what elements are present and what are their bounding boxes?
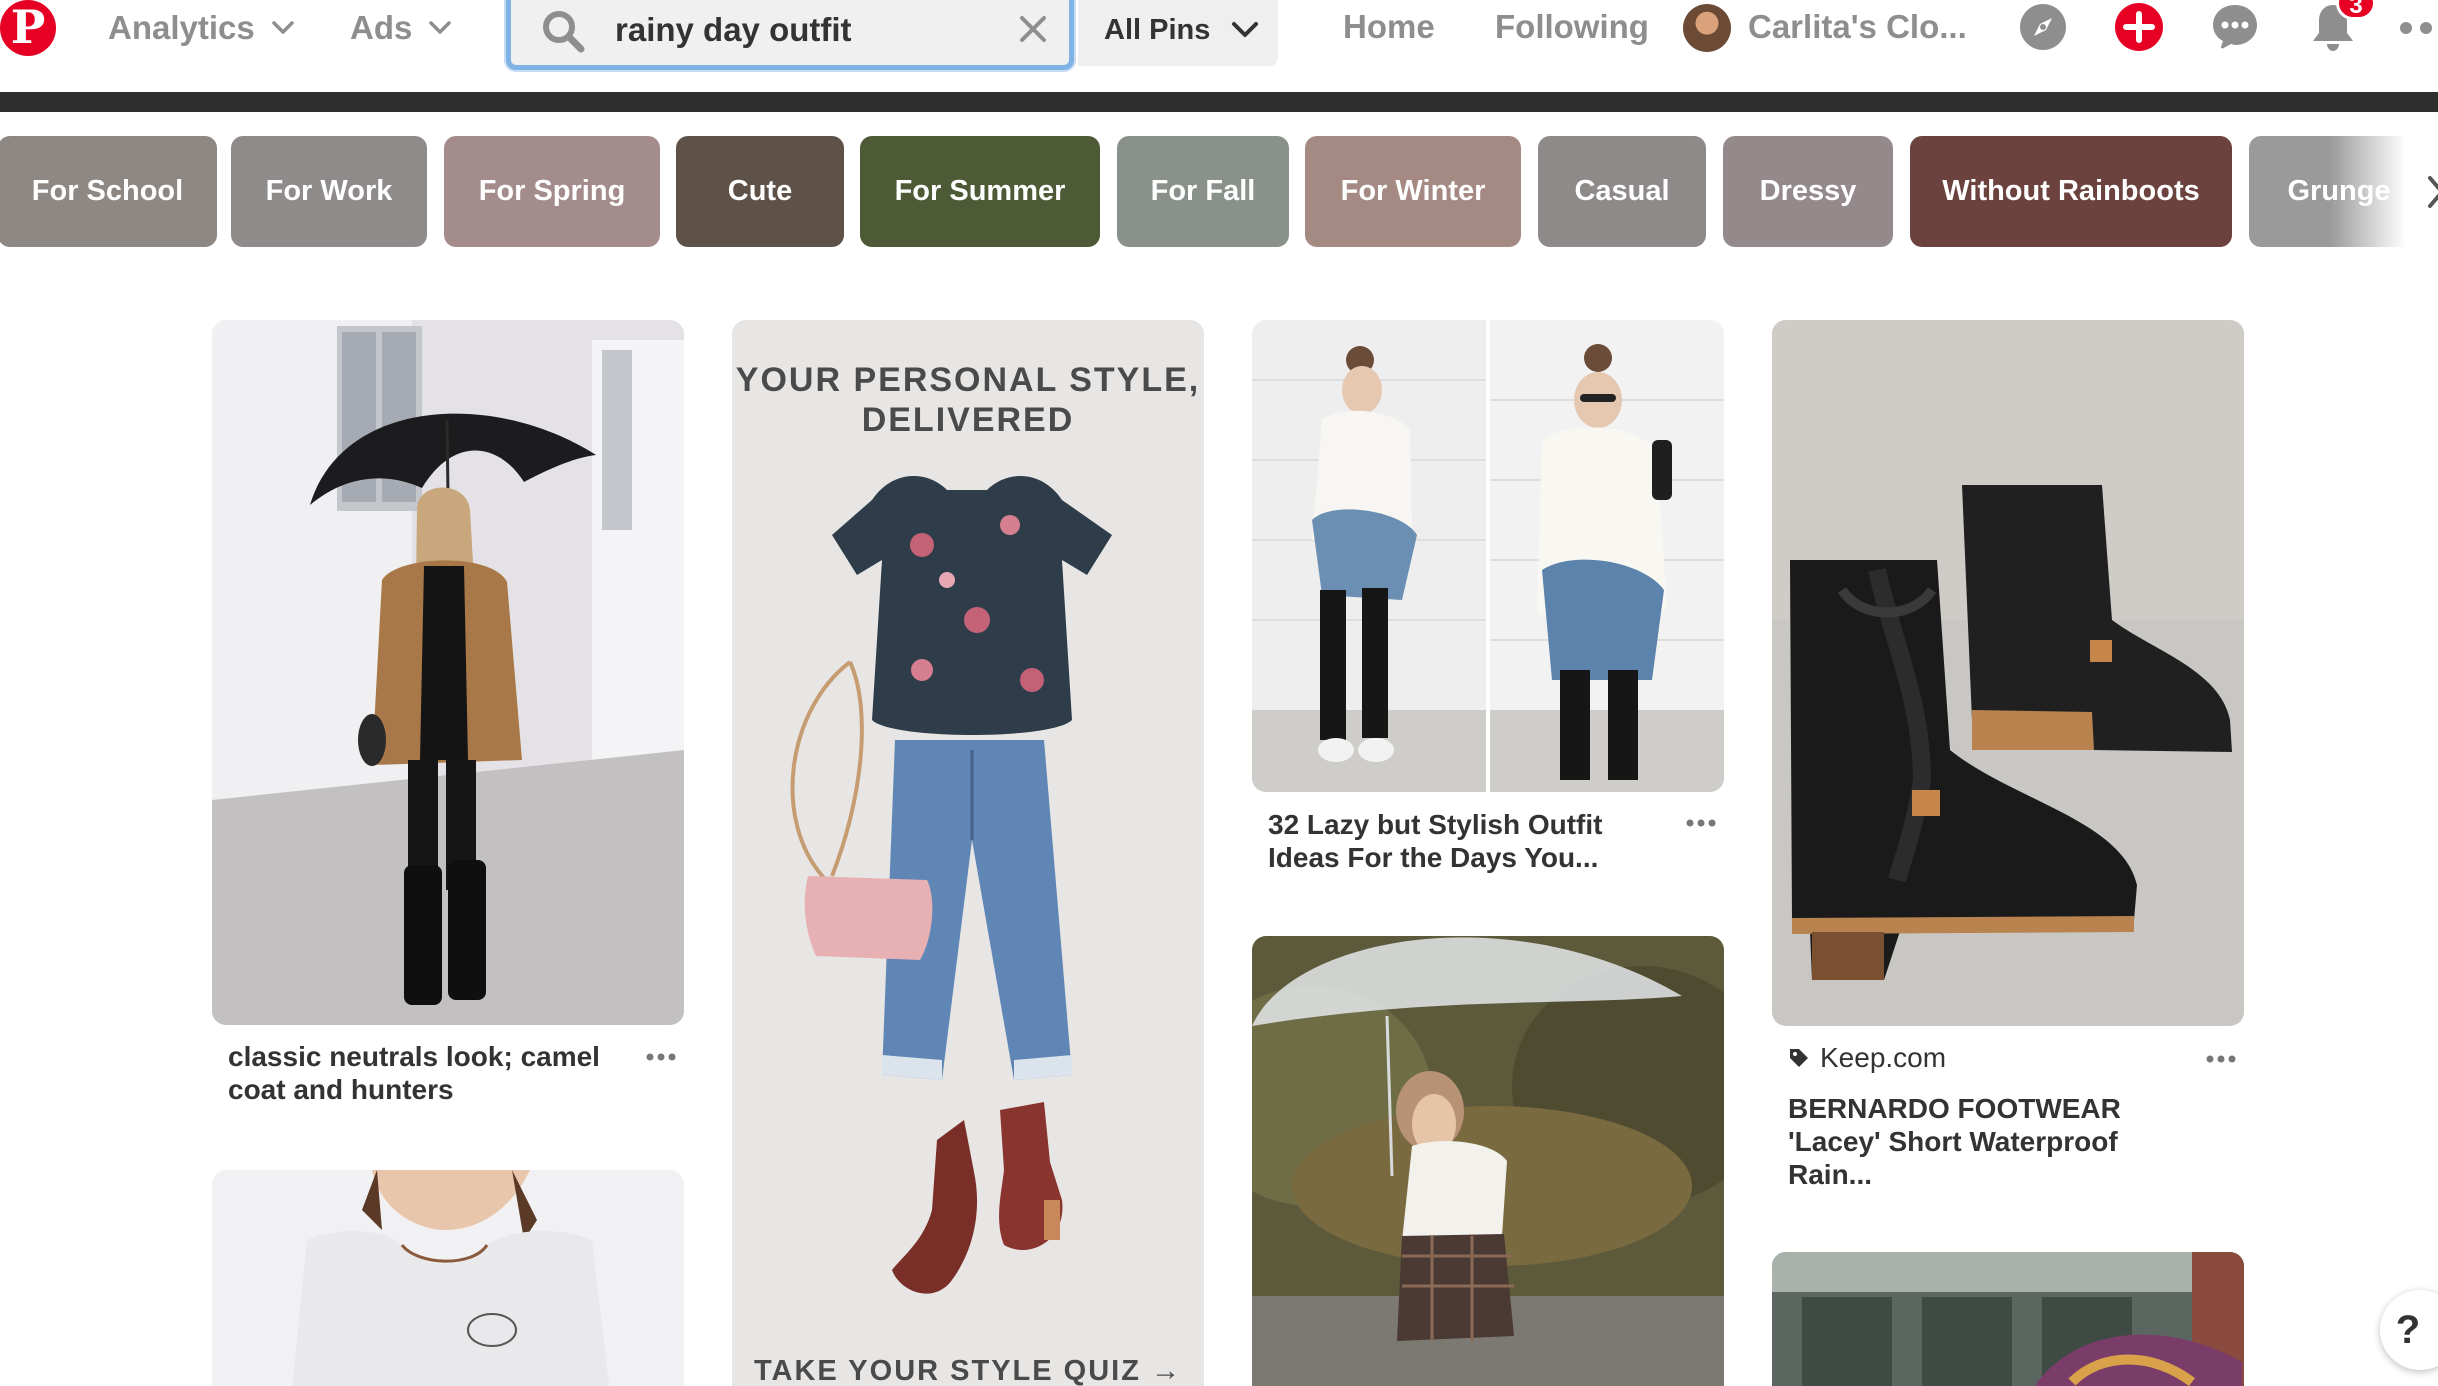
analytics-label: Analytics (108, 9, 255, 46)
pin-image-rain-boots[interactable] (1772, 320, 2244, 1026)
chip-cute[interactable]: Cute (676, 136, 844, 247)
chip-for-school[interactable]: For School (0, 136, 217, 247)
pin-title-line: 'Lacey' Short Waterproof (1788, 1126, 2118, 1157)
chip-without-rainboots[interactable]: Without Rainboots (1910, 136, 2232, 247)
house-umbrella-photo (1772, 1252, 2244, 1386)
chip-for-summer[interactable]: For Summer (860, 136, 1100, 247)
ads-dropdown[interactable]: Ads (350, 0, 452, 56)
nav-home-link[interactable]: Home (1343, 0, 1435, 54)
chevron-down-icon (271, 21, 294, 34)
ad-outfit-illustration (732, 320, 1204, 1386)
pin-source-row[interactable]: Keep.com (1788, 1042, 1946, 1074)
add-pin-icon[interactable] (2114, 2, 2164, 52)
more-options-icon[interactable] (2400, 20, 2438, 36)
search-icon (543, 11, 585, 53)
chevron-down-icon (1232, 22, 1259, 37)
ad-headline: YOUR PERSONAL STYLE, DELIVERED (732, 360, 1204, 440)
chevron-right-icon[interactable] (2426, 172, 2438, 212)
search-input[interactable] (615, 3, 995, 57)
help-button[interactable]: ? (2380, 1290, 2438, 1370)
more-options-icon[interactable] (646, 1052, 676, 1062)
more-options-icon[interactable] (1686, 818, 1716, 828)
pin-title-lazy-outfit[interactable]: 32 Lazy but Stylish Outfit Ideas For the… (1268, 808, 1668, 874)
pin-title-line: 32 Lazy but Stylish Outfit (1268, 809, 1603, 840)
analytics-dropdown[interactable]: Analytics (108, 0, 295, 56)
messages-icon[interactable] (2210, 2, 2260, 52)
nav-following-link[interactable]: Following (1495, 0, 1649, 54)
white-tee-photo (212, 1170, 684, 1386)
avatar[interactable] (1683, 4, 1731, 52)
camel-coat-photo (212, 320, 684, 1025)
top-navigation-bar: P Analytics Ads All Pins Home Following … (0, 0, 2438, 92)
compass-icon[interactable] (2018, 2, 2068, 52)
pin-image-camel-coat[interactable] (212, 320, 684, 1025)
search-scope-label: All Pins (1104, 13, 1211, 46)
chip-casual[interactable]: Casual (1538, 136, 1706, 247)
search-box (506, 0, 1074, 70)
rain-boots-photo (1772, 320, 2244, 1026)
ad-cta-text[interactable]: TAKE YOUR STYLE QUIZ → (732, 1355, 1204, 1386)
chip-for-spring[interactable]: For Spring (444, 136, 660, 247)
pin-title-line: BERNARDO FOOTWEAR (1788, 1093, 2121, 1124)
profile-name-link[interactable]: Carlita's Clo... (1748, 0, 1967, 54)
pin-title-camel-coat[interactable]: classic neutrals look; camel coat and hu… (228, 1040, 628, 1106)
pinterest-logo-icon[interactable]: P (0, 0, 56, 56)
pin-title-line: classic neutrals look; camel (228, 1041, 600, 1072)
pin-title-line: coat and hunters (228, 1074, 454, 1105)
chip-for-work[interactable]: For Work (231, 136, 427, 247)
pin-image-clear-umbrella[interactable] (1252, 936, 1724, 1386)
more-options-icon[interactable] (2206, 1054, 2236, 1064)
pin-image-house-umbrella[interactable] (1772, 1252, 2244, 1386)
chip-for-fall[interactable]: For Fall (1117, 136, 1289, 247)
lazy-outfit-photo (1252, 320, 1724, 792)
chip-for-winter[interactable]: For Winter (1305, 136, 1521, 247)
pin-title-line: Rain... (1788, 1159, 1873, 1190)
header-divider (0, 92, 2438, 112)
chip-dressy[interactable]: Dressy (1723, 136, 1893, 247)
ad-headline-line: DELIVERED (861, 401, 1075, 439)
chevron-down-icon (429, 21, 452, 34)
pin-image-white-tee[interactable] (212, 1170, 684, 1386)
pin-image-lazy-outfit[interactable] (1252, 320, 1724, 792)
pin-promoted-ad[interactable]: YOUR PERSONAL STYLE, DELIVERED TAKE YOUR… (732, 320, 1204, 1386)
ads-label: Ads (350, 9, 413, 46)
clear-umbrella-photo (1252, 936, 1724, 1386)
pin-title-rain-boots[interactable]: BERNARDO FOOTWEAR 'Lacey' Short Waterpro… (1788, 1092, 2208, 1191)
ad-headline-line: YOUR PERSONAL STYLE, (735, 361, 1201, 399)
pin-title-line: Ideas For the Days You... (1268, 842, 1599, 873)
search-scope-dropdown[interactable]: All Pins (1078, 0, 1278, 66)
chips-fade-overlay (2330, 126, 2438, 256)
tag-icon (1790, 1049, 1808, 1067)
pin-source-name: Keep.com (1820, 1042, 1947, 1073)
close-icon[interactable] (1017, 13, 1049, 45)
